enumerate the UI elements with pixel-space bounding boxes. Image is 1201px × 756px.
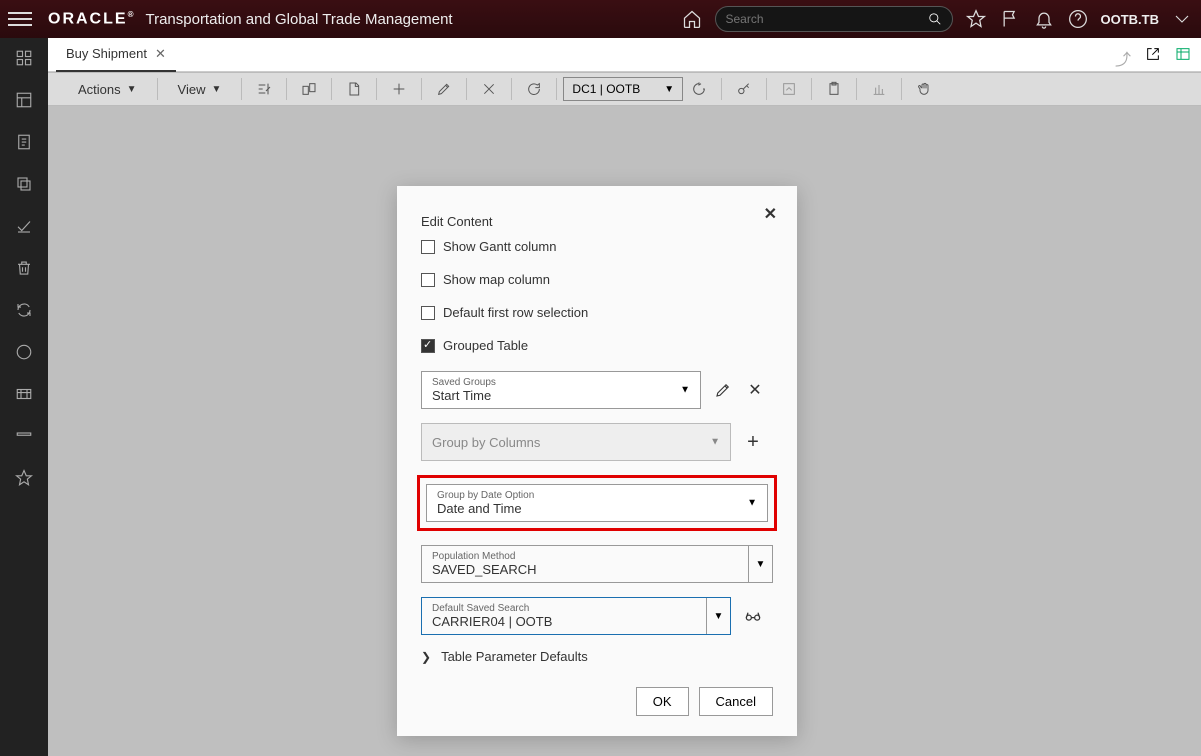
rail-refresh-icon[interactable]	[14, 300, 34, 320]
population-method-select[interactable]: Population Method SAVED_SEARCH ▼	[421, 545, 773, 583]
hand-icon[interactable]	[908, 76, 940, 102]
tab-bar: Buy Shipment ✕ ⤴	[48, 38, 1201, 72]
rail-check-icon[interactable]	[14, 216, 34, 236]
edit-content-modal: ✕ Edit Content Show Gantt column Show ma…	[397, 186, 797, 736]
tab-close-icon[interactable]: ✕	[155, 46, 166, 62]
grouped-table-label: Grouped Table	[443, 338, 528, 353]
default-first-row-checkbox[interactable]	[421, 306, 435, 320]
oracle-logo: ORACLE®	[48, 10, 135, 28]
table-param-defaults-label: Table Parameter Defaults	[441, 649, 588, 664]
default-saved-search-select[interactable]: Default Saved Search CARRIER04 | OOTB ▼	[421, 597, 731, 635]
chevron-down-icon: ▼	[747, 498, 757, 509]
chevron-down-icon[interactable]: ▼	[706, 598, 730, 634]
modal-title: Edit Content	[421, 214, 773, 229]
saved-groups-value: Start Time	[432, 388, 690, 403]
group-by-date-select[interactable]: Group by Date Option Date and Time ▼	[426, 484, 768, 522]
group-by-date-highlight: Group by Date Option Date and Time ▼	[417, 475, 777, 531]
chevron-right-icon: ❯	[421, 650, 431, 664]
search-icon	[928, 12, 942, 26]
saved-groups-label: Saved Groups	[432, 377, 690, 388]
sort-icon[interactable]	[248, 76, 280, 102]
chevron-down-icon: ▼	[680, 385, 690, 396]
rail-copy-icon[interactable]	[14, 174, 34, 194]
view-menu[interactable]: View ▼	[164, 76, 236, 102]
add-column-icon[interactable]: +	[743, 432, 763, 452]
chevron-down-icon[interactable]: ▼	[748, 546, 772, 582]
modal-close-icon[interactable]: ✕	[764, 204, 777, 224]
view-options-icon[interactable]	[1175, 46, 1193, 64]
show-gantt-checkbox[interactable]	[421, 240, 435, 254]
grouped-table-checkbox[interactable]	[421, 339, 435, 353]
rail-table-icon[interactable]	[14, 384, 34, 404]
population-method-label: Population Method	[432, 551, 738, 562]
domain-select-value: DC1 | OOTB	[572, 82, 640, 96]
detach-icon[interactable]	[293, 76, 325, 102]
rail-star-icon[interactable]	[14, 468, 34, 488]
clipboard-icon[interactable]	[818, 76, 850, 102]
home-icon[interactable]	[681, 8, 703, 30]
rail-dashboard-icon[interactable]	[14, 48, 34, 68]
app-header: ORACLE® Transportation and Global Trade …	[0, 0, 1201, 38]
help-icon[interactable]	[1067, 8, 1089, 30]
group-by-date-value: Date and Time	[437, 501, 757, 516]
rail-notes-icon[interactable]	[14, 132, 34, 152]
new-icon[interactable]	[338, 76, 370, 102]
star-icon[interactable]	[965, 8, 987, 30]
rail-trash-icon[interactable]	[14, 258, 34, 278]
tab-label: Buy Shipment	[66, 46, 147, 61]
tab-buy-shipment[interactable]: Buy Shipment ✕	[56, 38, 176, 72]
chevron-down-icon[interactable]	[1171, 8, 1193, 30]
close-icon[interactable]	[473, 76, 505, 102]
app-title: Transportation and Global Trade Manageme…	[145, 11, 452, 28]
show-map-row[interactable]: Show map column	[421, 272, 773, 287]
rail-layout-icon[interactable]	[14, 90, 34, 110]
collapse-icon[interactable]: ⤴	[1115, 46, 1133, 64]
menu-toggle[interactable]	[8, 7, 32, 31]
edit-icon[interactable]	[428, 76, 460, 102]
chevron-down-icon: ▼	[710, 437, 720, 448]
search-input[interactable]	[726, 12, 928, 26]
reload-icon[interactable]	[683, 76, 715, 102]
group-by-date-label: Group by Date Option	[437, 490, 757, 501]
show-map-label: Show map column	[443, 272, 550, 287]
actions-menu[interactable]: Actions ▼	[64, 76, 151, 102]
show-map-checkbox[interactable]	[421, 273, 435, 287]
rail-keyboard-icon[interactable]	[14, 426, 34, 446]
group-by-columns-select: Group by Columns ▼	[421, 423, 731, 461]
global-search[interactable]	[715, 6, 953, 32]
show-gantt-row[interactable]: Show Gantt column	[421, 239, 773, 254]
saved-groups-select[interactable]: Saved Groups Start Time ▼	[421, 371, 701, 409]
grouped-table-row[interactable]: Grouped Table	[421, 338, 773, 353]
flag-icon[interactable]	[999, 8, 1021, 30]
compose-icon[interactable]	[773, 76, 805, 102]
plus-icon[interactable]	[383, 76, 415, 102]
default-first-row-row[interactable]: Default first row selection	[421, 305, 773, 320]
bell-icon[interactable]	[1033, 8, 1055, 30]
default-saved-search-value: CARRIER04 | OOTB	[432, 614, 696, 629]
default-first-row-label: Default first row selection	[443, 305, 588, 320]
domain-select[interactable]: DC1 | OOTB ▼	[563, 77, 683, 101]
glasses-icon[interactable]	[743, 606, 763, 626]
edit-saved-group-icon[interactable]	[713, 380, 733, 400]
show-gantt-label: Show Gantt column	[443, 239, 556, 254]
toolbar: Actions ▼ View ▼ DC1 | OOTB ▼	[48, 72, 1201, 106]
actions-label: Actions	[78, 82, 121, 97]
popout-icon[interactable]	[1145, 46, 1163, 64]
remove-saved-group-icon[interactable]: ✕	[745, 380, 765, 400]
left-rail	[0, 38, 48, 756]
key-icon[interactable]	[728, 76, 760, 102]
rail-info-icon[interactable]	[14, 342, 34, 362]
ok-button[interactable]: OK	[636, 687, 689, 716]
chart-icon[interactable]	[863, 76, 895, 102]
user-label[interactable]: OOTB.TB	[1101, 12, 1160, 27]
view-label: View	[178, 82, 206, 97]
population-method-value: SAVED_SEARCH	[432, 562, 738, 577]
cancel-button[interactable]: Cancel	[699, 687, 773, 716]
table-param-defaults-expander[interactable]: ❯ Table Parameter Defaults	[421, 649, 773, 664]
group-by-columns-label: Group by Columns	[432, 435, 720, 450]
refresh-icon[interactable]	[518, 76, 550, 102]
default-saved-search-label: Default Saved Search	[432, 603, 696, 614]
